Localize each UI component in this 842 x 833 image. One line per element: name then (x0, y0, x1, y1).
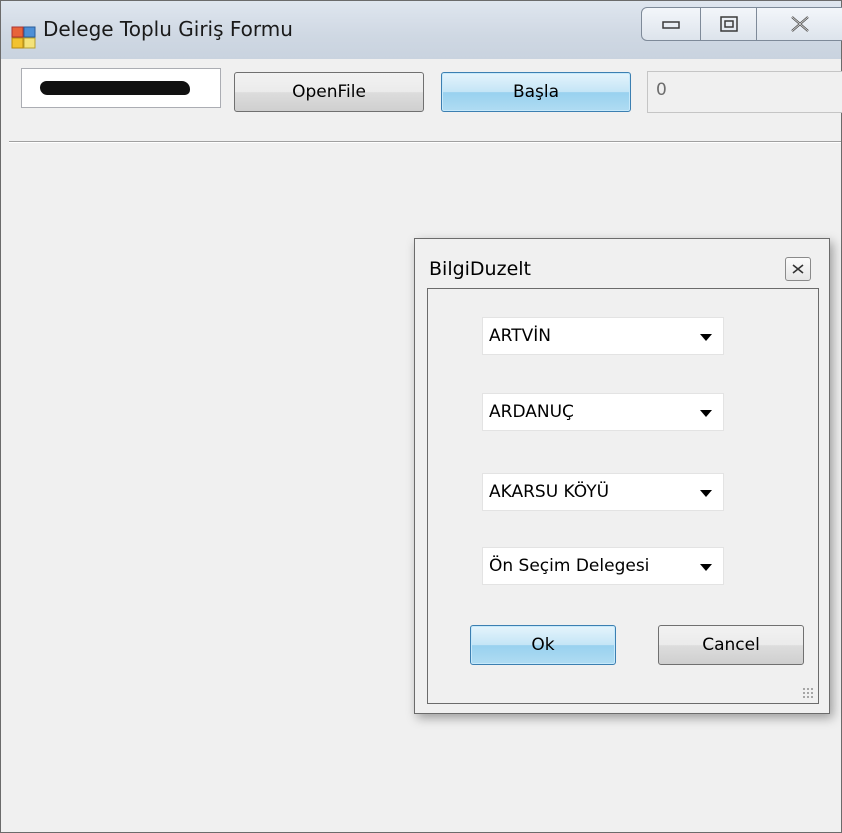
dropdown-arrow-icon[interactable] (700, 410, 712, 417)
id-input[interactable] (21, 68, 221, 108)
dialog-content-frame: ARTVİN ARDANUÇ AKARSU KÖYÜ Ön Seçim Dele… (427, 288, 819, 704)
dialog-close-button[interactable] (785, 257, 811, 281)
village-combo-value: AKARSU KÖYÜ (489, 482, 610, 502)
cancel-button[interactable]: Cancel (658, 625, 804, 665)
start-button[interactable]: Başla (441, 72, 631, 112)
count-field[interactable]: 0 (647, 71, 842, 113)
province-combo[interactable]: ARTVİN (482, 317, 724, 355)
redaction-mark (40, 81, 190, 95)
window-title: Delege Toplu Giriş Formu (43, 17, 293, 41)
village-combo[interactable]: AKARSU KÖYÜ (482, 473, 724, 511)
ok-button[interactable]: Ok (470, 625, 616, 665)
dropdown-arrow-icon[interactable] (700, 564, 712, 571)
title-bar[interactable]: Delege Toplu Giriş Formu (1, 1, 842, 59)
district-combo-value: ARDANUÇ (489, 402, 574, 422)
bilgi-duzelt-dialog: BilgiDuzelt ARTVİN ARDANUÇ AKARSU KÖYÜ Ö… (414, 238, 830, 714)
minimize-icon (662, 21, 680, 29)
form-app-icon (11, 26, 36, 49)
close-icon (791, 16, 809, 32)
maximize-button[interactable] (701, 7, 757, 41)
delegate-type-combo-value: Ön Seçim Delegesi (489, 556, 650, 576)
maximize-icon (719, 16, 738, 32)
district-combo[interactable]: ARDANUÇ (482, 393, 724, 431)
delegate-type-combo[interactable]: Ön Seçim Delegesi (482, 547, 724, 585)
open-file-button[interactable]: OpenFile (234, 72, 424, 112)
dropdown-arrow-icon[interactable] (700, 334, 712, 341)
close-icon (792, 264, 804, 274)
close-button[interactable] (757, 7, 842, 41)
dialog-title: BilgiDuzelt (429, 258, 531, 280)
province-combo-value: ARTVİN (489, 326, 551, 346)
dropdown-arrow-icon[interactable] (700, 490, 712, 497)
minimize-button[interactable] (641, 7, 701, 41)
resize-grip-icon[interactable] (802, 687, 814, 699)
